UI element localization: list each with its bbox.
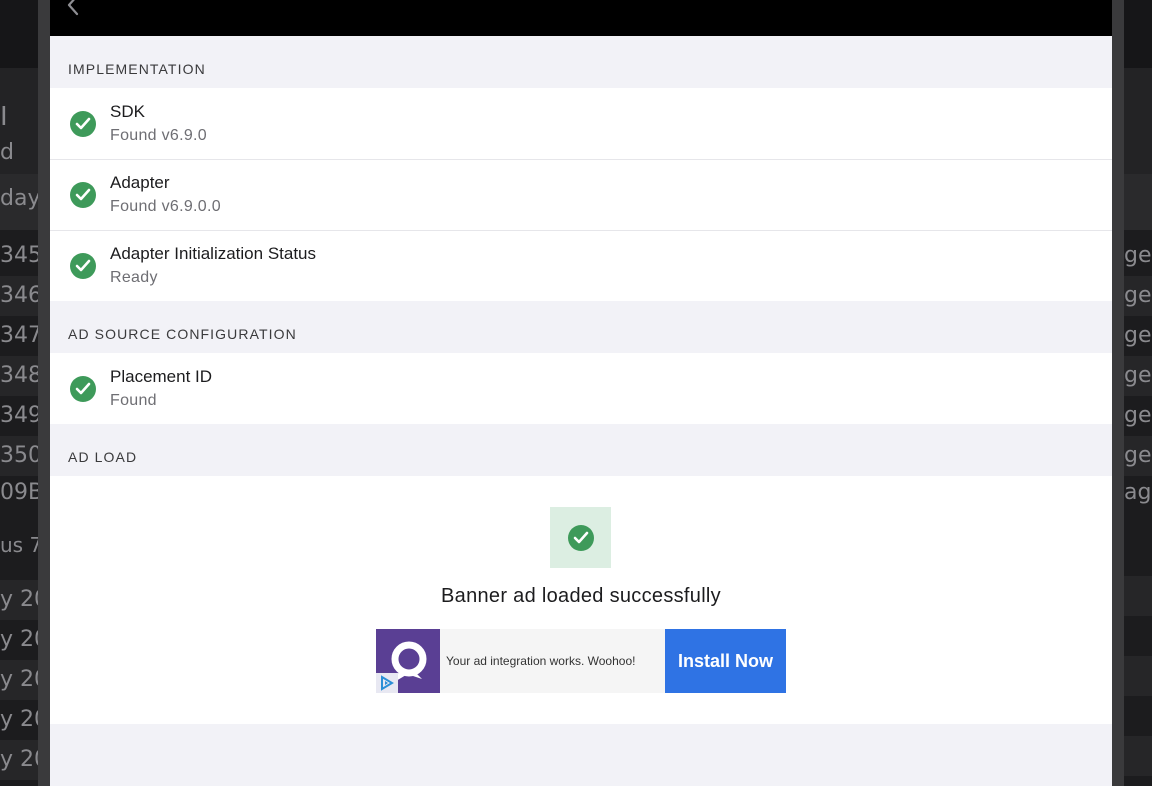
ad-load-panel: Banner ad loaded successfully Your ad in…	[50, 476, 1112, 724]
section-header-ad-load: AD LOAD	[68, 449, 138, 465]
background-cell: ge	[1124, 276, 1152, 316]
background-cell: ge	[1124, 403, 1152, 428]
row-title: Placement ID	[110, 367, 213, 386]
row-subtitle: Found v6.9.0	[110, 127, 207, 144]
background-cell: y 20	[0, 580, 40, 620]
background-cell: 347	[0, 323, 40, 348]
row-title: SDK	[110, 102, 145, 121]
background-cell: ge	[1124, 436, 1152, 476]
background-cell: 348	[0, 356, 40, 396]
ad-choices-icon[interactable]	[376, 673, 398, 693]
row-subtitle: Ready	[110, 269, 158, 286]
row-subtitle: Found v6.9.0.0	[110, 198, 221, 215]
install-now-button[interactable]: Install Now	[665, 629, 786, 693]
background-cell: age	[1124, 480, 1152, 505]
background-divider	[38, 0, 50, 786]
list-item-placement-id[interactable]: Placement ID Found	[50, 353, 1112, 424]
background-right-rows	[1124, 576, 1152, 786]
check-circle-icon	[70, 110, 96, 137]
background-cell: 346	[0, 276, 40, 316]
check-circle-icon	[70, 252, 96, 279]
background-cell: 09B	[0, 480, 40, 505]
background-cell: us 7	[0, 533, 40, 557]
background-cell: 350	[0, 436, 40, 476]
section-header-implementation: IMPLEMENTATION	[68, 61, 206, 77]
chevron-left-icon[interactable]	[64, 0, 82, 16]
section-header-ad-source: AD SOURCE CONFIGURATION	[68, 326, 297, 342]
background-cell: y 20	[0, 660, 40, 700]
background-cell: y 20	[0, 627, 40, 652]
background-cell: y 20	[0, 740, 40, 780]
list-item-adapter[interactable]: Adapter Found v6.9.0.0	[50, 159, 1112, 230]
banner-ad[interactable]: Your ad integration works. Woohoo! Insta…	[376, 629, 786, 693]
background-cell: ge	[1124, 243, 1152, 268]
row-title: Adapter	[110, 173, 170, 192]
background-cell: ge	[1124, 323, 1152, 348]
background-cell: y 20	[0, 707, 40, 732]
list-item-sdk[interactable]: SDK Found v6.9.0	[50, 88, 1112, 159]
background-divider	[1112, 0, 1124, 786]
row-title: Adapter Initialization Status	[110, 244, 317, 263]
success-indicator	[550, 507, 611, 568]
background-cell: 345	[0, 243, 40, 268]
background-list-left: 345 346 347 348 349 350 09B us 7 y 20 y …	[0, 236, 40, 780]
check-circle-icon	[70, 375, 96, 402]
ad-source-group: Placement ID Found	[50, 353, 1112, 424]
banner-ad-message: Your ad integration works. Woohoo!	[446, 654, 636, 668]
background-fragment: day	[0, 186, 40, 211]
row-subtitle: Found	[110, 392, 157, 409]
background-list-right: ge ge ge ge ge ge age	[1124, 236, 1152, 510]
ad-inspector-sheet: IMPLEMENTATION SDK Found v6.9.0 Adapter …	[50, 0, 1112, 786]
check-circle-icon	[567, 524, 594, 551]
background-fragment: d	[0, 140, 14, 165]
background-cell: ge	[1124, 356, 1152, 396]
background-fragment: I	[0, 102, 8, 132]
ad-load-status: Banner ad loaded successfully	[441, 585, 721, 607]
check-circle-icon	[70, 181, 96, 208]
nav-bar	[50, 0, 1112, 36]
implementation-group: SDK Found v6.9.0 Adapter Found v6.9.0.0 …	[50, 88, 1112, 301]
background-cell: 349	[0, 403, 40, 428]
ad-logo-icon[interactable]	[376, 629, 440, 693]
list-item-adapter-init-status[interactable]: Adapter Initialization Status Ready	[50, 230, 1112, 301]
